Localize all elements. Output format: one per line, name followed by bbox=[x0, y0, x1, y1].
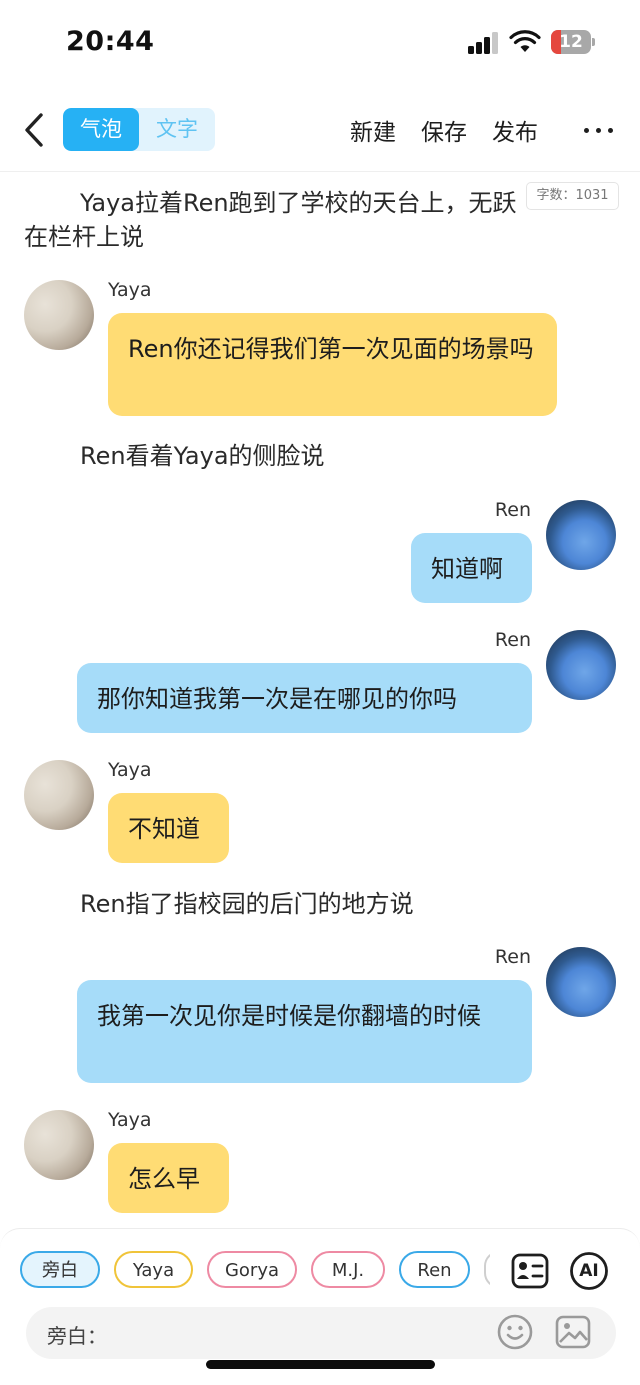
ai-button[interactable]: AI bbox=[569, 1251, 609, 1291]
tab-bubble[interactable]: 气泡 bbox=[63, 108, 139, 151]
save-button[interactable]: 保存 bbox=[421, 113, 467, 147]
battery-icon: 12 bbox=[551, 30, 595, 54]
battery-level-text: 12 bbox=[559, 32, 583, 52]
chip-more[interactable] bbox=[484, 1251, 490, 1288]
status-bar: 20:44 12 bbox=[0, 0, 640, 86]
sender-name: Ren bbox=[494, 629, 531, 651]
status-time: 20:44 bbox=[66, 26, 155, 57]
role-card-button[interactable] bbox=[510, 1251, 550, 1291]
chip-narration[interactable]: 旁白 bbox=[20, 1251, 100, 1288]
back-button[interactable] bbox=[14, 108, 54, 152]
new-button[interactable]: 新建 bbox=[350, 113, 396, 147]
image-icon bbox=[555, 1315, 591, 1349]
chip-ren[interactable]: Ren bbox=[399, 1251, 470, 1288]
more-button[interactable] bbox=[584, 120, 614, 140]
ai-label: AI bbox=[579, 1261, 599, 1281]
word-count-badge: 字数：1031 bbox=[526, 182, 619, 210]
mode-segmented-control: 气泡 文字 bbox=[63, 108, 215, 151]
avatar-yaya[interactable] bbox=[24, 1110, 94, 1180]
home-indicator bbox=[206, 1360, 435, 1369]
sender-name: Ren bbox=[494, 499, 531, 521]
avatar-yaya[interactable] bbox=[24, 280, 94, 350]
tab-text[interactable]: 文字 bbox=[139, 108, 215, 151]
wifi-icon bbox=[509, 30, 541, 54]
avatar-ren[interactable] bbox=[546, 947, 616, 1017]
avatar-yaya[interactable] bbox=[24, 760, 94, 830]
narration-text-continued[interactable]: 在栏杆上说 bbox=[24, 221, 144, 254]
cellular-signal-icon bbox=[468, 32, 500, 54]
ellipsis-icon bbox=[584, 128, 589, 133]
sender-name: Yaya bbox=[108, 1109, 152, 1131]
message-bubble[interactable]: 不知道 bbox=[108, 793, 229, 863]
narration-text[interactable]: Ren指了指校园的后门的地方说 bbox=[80, 888, 414, 921]
avatar-ren[interactable] bbox=[546, 630, 616, 700]
smiley-icon bbox=[497, 1314, 533, 1350]
sender-name: Ren bbox=[494, 946, 531, 968]
composer-input[interactable]: 旁白： bbox=[26, 1307, 616, 1359]
insert-image-button[interactable] bbox=[554, 1313, 592, 1351]
message-bubble[interactable]: 我第一次见你是时候是你翻墙的时候 bbox=[77, 980, 532, 1083]
composer-role-label: 旁白： bbox=[47, 1324, 107, 1348]
avatar-ren[interactable] bbox=[546, 500, 616, 570]
sender-name: Yaya bbox=[108, 279, 152, 301]
narration-text[interactable]: Ren看着Yaya的侧脸说 bbox=[80, 440, 325, 473]
sender-name: Yaya bbox=[108, 759, 152, 781]
emoji-button[interactable] bbox=[496, 1313, 534, 1351]
contact-card-icon bbox=[511, 1253, 549, 1289]
chip-mj[interactable]: M.J. bbox=[311, 1251, 385, 1288]
nav-actions: 新建 保存 发布 bbox=[350, 108, 563, 151]
message-bubble[interactable]: 知道啊 bbox=[411, 533, 532, 603]
role-chip-list[interactable]: 旁白 Yaya Gorya M.J. Ren bbox=[20, 1251, 490, 1291]
chevron-left-icon bbox=[25, 113, 43, 147]
message-bubble[interactable]: 那你知道我第一次是在哪见的你吗 bbox=[77, 663, 532, 733]
message-bubble[interactable]: Ren你还记得我们第一次见面的场景吗 bbox=[108, 313, 557, 416]
message-bubble[interactable]: 怎么早 bbox=[108, 1143, 229, 1213]
narration-text[interactable]: Yaya拉着Ren跑到了学校的天台上，无跃 bbox=[80, 187, 517, 220]
chip-yaya[interactable]: Yaya bbox=[114, 1251, 193, 1288]
chip-gorya[interactable]: Gorya bbox=[207, 1251, 297, 1288]
editor-nav-bar: 气泡 文字 新建 保存 发布 bbox=[0, 100, 640, 172]
publish-button[interactable]: 发布 bbox=[492, 113, 538, 147]
